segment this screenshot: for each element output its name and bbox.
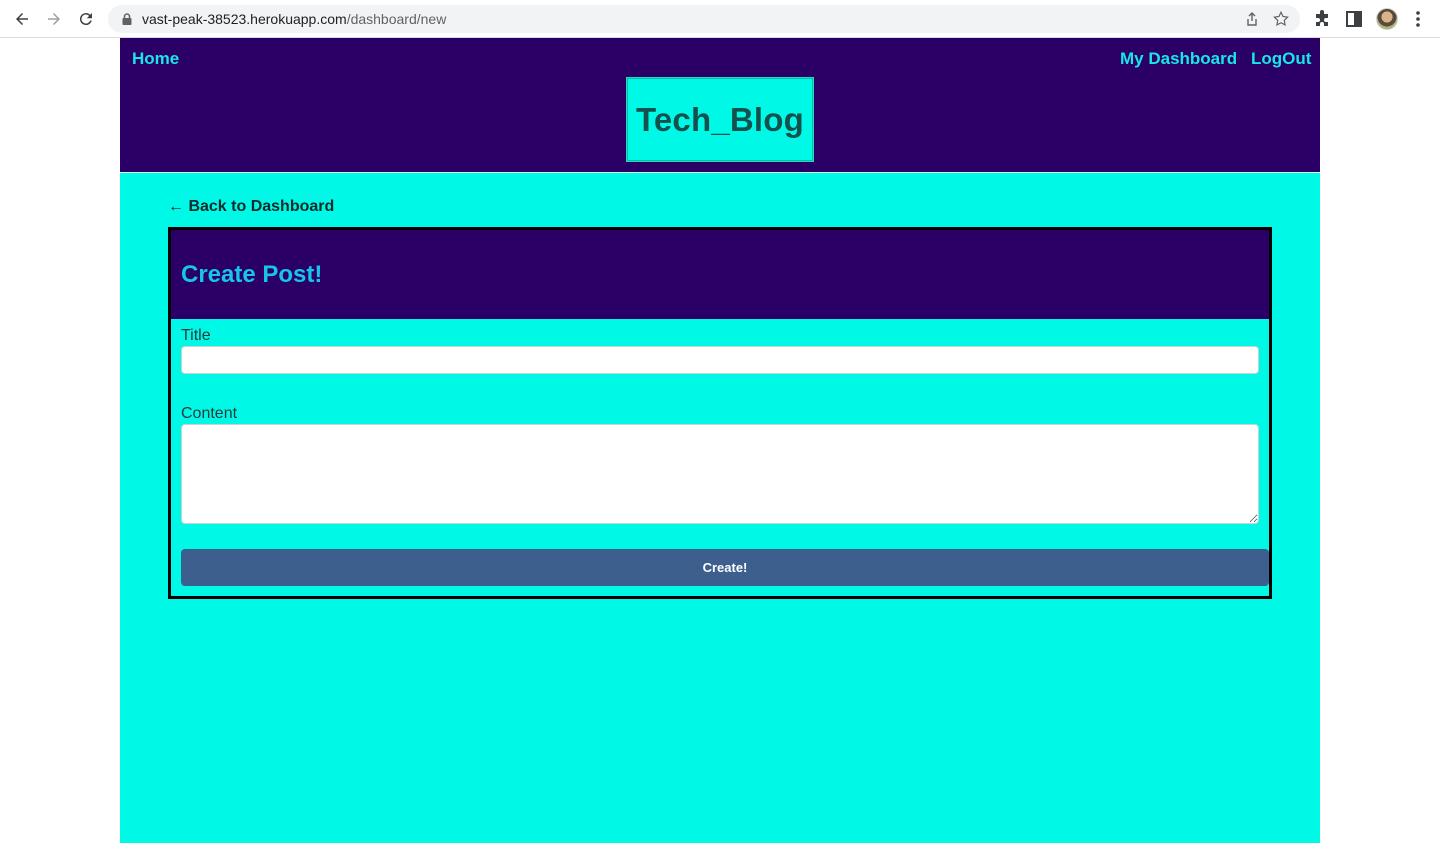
star-icon[interactable]: [1272, 10, 1290, 28]
back-to-dashboard-link[interactable]: ← Back to Dashboard: [168, 198, 334, 216]
address-bar[interactable]: vast-peak-38523.herokuapp.com/dashboard/…: [108, 5, 1300, 33]
nav-logout-link[interactable]: LogOut: [1251, 49, 1311, 69]
page-body: Home My Dashboard LogOut Tech_Blog ← Bac…: [120, 38, 1320, 843]
create-post-card: Create Post! Title Content Create!: [168, 227, 1272, 599]
title-input[interactable]: [181, 346, 1259, 374]
site-brand: Tech_Blog: [626, 77, 814, 162]
back-arrow-icon[interactable]: [10, 7, 34, 31]
card-header: Create Post!: [171, 230, 1269, 319]
menu-dots-icon[interactable]: [1408, 9, 1428, 29]
reload-icon[interactable]: [74, 7, 98, 31]
form-heading: Create Post!: [181, 261, 323, 288]
brand-title: Tech_Blog: [635, 100, 805, 138]
nav-home-link[interactable]: Home: [132, 49, 179, 69]
nav-dashboard-link[interactable]: My Dashboard: [1120, 49, 1237, 69]
title-label: Title: [181, 327, 211, 344]
site-header: Home My Dashboard LogOut Tech_Blog: [120, 38, 1320, 173]
forward-arrow-icon[interactable]: [42, 7, 66, 31]
browser-toolbar: vast-peak-38523.herokuapp.com/dashboard/…: [0, 0, 1440, 38]
url-text: vast-peak-38523.herokuapp.com/dashboard/…: [142, 11, 447, 27]
extensions-icon[interactable]: [1312, 9, 1332, 29]
content-label: Content: [181, 405, 238, 422]
content-textarea[interactable]: [181, 424, 1259, 524]
create-post-button[interactable]: Create!: [181, 549, 1269, 586]
sidebar-icon[interactable]: [1344, 9, 1364, 29]
profile-avatar[interactable]: [1376, 8, 1398, 30]
lock-icon[interactable]: [120, 12, 134, 26]
share-icon[interactable]: [1244, 11, 1260, 27]
